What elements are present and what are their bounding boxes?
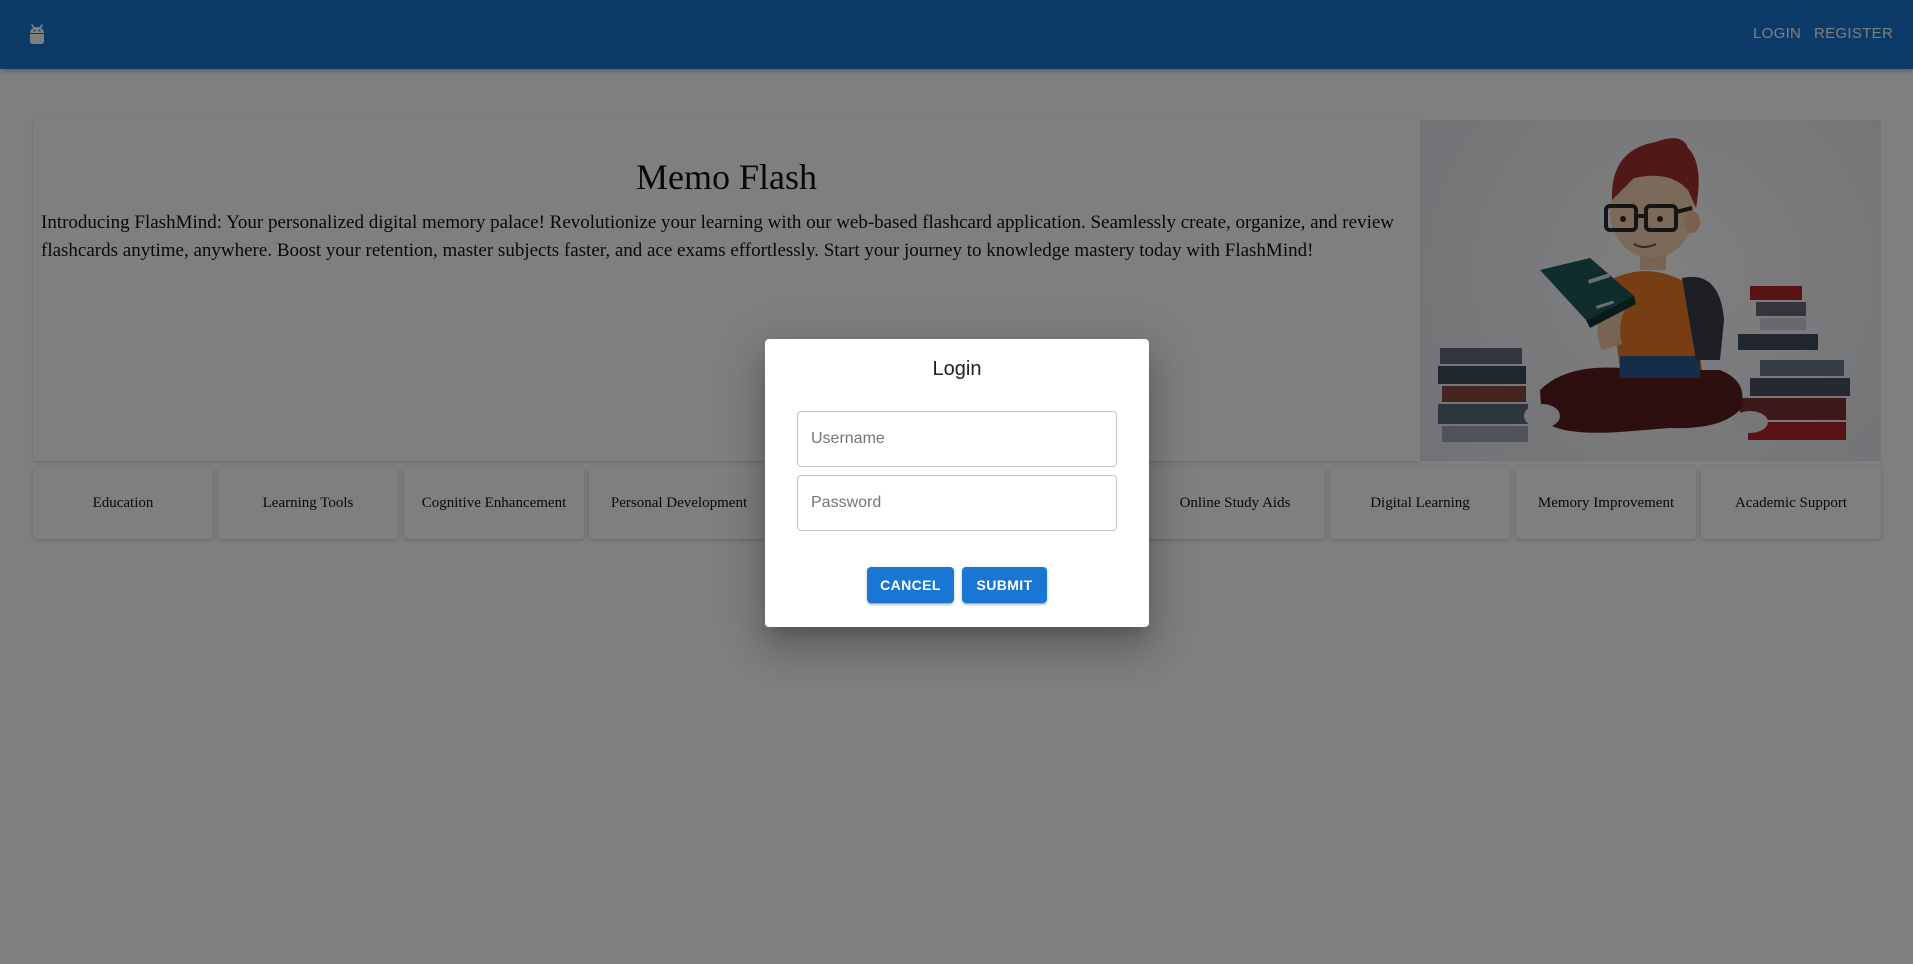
cancel-button[interactable]: CANCEL [867, 567, 954, 603]
login-dialog: Login CANCEL SUBMIT [765, 339, 1149, 627]
submit-button[interactable]: SUBMIT [962, 567, 1047, 603]
dialog-title: Login [932, 358, 982, 380]
username-input[interactable] [797, 411, 1117, 467]
password-input[interactable] [797, 475, 1117, 531]
